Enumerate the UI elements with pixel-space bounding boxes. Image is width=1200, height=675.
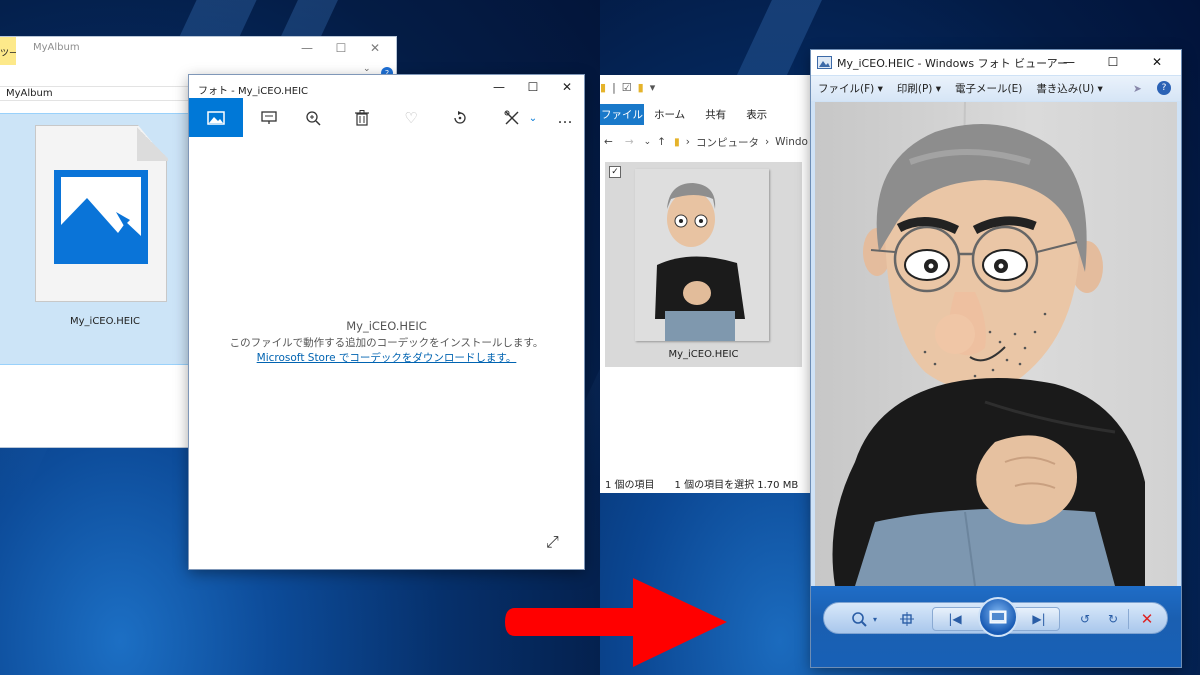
caption-buttons: — ☐ ✕ xyxy=(482,76,584,98)
tab-file[interactable]: ファイル xyxy=(600,104,644,125)
dropdown-icon[interactable]: ▾ xyxy=(650,81,656,94)
tool-tab[interactable]: ツール xyxy=(0,37,16,65)
maximize-icon[interactable]: ☐ xyxy=(324,37,358,59)
slideshow-button[interactable] xyxy=(978,597,1018,637)
checkbox-icon[interactable]: ☑ xyxy=(622,81,632,94)
up-arrow-icon[interactable]: ↑ xyxy=(657,136,666,148)
rotate-icon[interactable] xyxy=(450,108,470,128)
close-icon[interactable]: ✕ xyxy=(550,76,584,98)
minimize-icon[interactable]: — xyxy=(482,76,516,98)
photo-thumbnail[interactable] xyxy=(635,169,769,341)
menu-burn[interactable]: 書き込み(U) ▾ xyxy=(1029,81,1110,96)
doll-photo-thumbnail xyxy=(635,169,769,341)
next-icon[interactable]: ▶| xyxy=(1028,609,1050,629)
menu-bar: ファイル(F) ▾ 印刷(P) ▾ 電子メール(E) 書き込み(U) ▾ ➤ ? xyxy=(811,76,1181,101)
rotate-right-icon[interactable]: ↻ xyxy=(1102,609,1124,629)
delete-icon[interactable] xyxy=(352,108,372,128)
previous-icon[interactable]: |◀ xyxy=(944,609,966,629)
breadcrumb-computer[interactable]: コンピュータ xyxy=(696,135,759,150)
doll-photo xyxy=(815,102,1177,586)
actual-size-icon[interactable] xyxy=(896,609,918,629)
breadcrumb-separator: › xyxy=(685,136,690,148)
navigation-row: ← → ⌄ ↑ ▮ › コンピュータ › Windo xyxy=(600,132,820,152)
rotate-left-icon[interactable]: ↺ xyxy=(1074,609,1096,629)
minimize-icon[interactable]: — xyxy=(290,37,324,59)
tab-share[interactable]: 共有 xyxy=(695,104,736,125)
window-title: フォト - My_iCEO.HEIC xyxy=(198,86,309,97)
image-view-button[interactable] xyxy=(189,98,243,137)
chevron-down-icon[interactable]: ⌄ xyxy=(523,108,543,128)
divider xyxy=(1128,609,1129,629)
tab-home[interactable]: ホーム xyxy=(644,104,695,125)
menu-email-label: 電子メール(E) xyxy=(954,83,1023,95)
status-selected: 1 個の項目を選択 1.70 MB xyxy=(674,480,799,491)
control-pill: ▾ |◀ ▶| ↺ ↻ ✕ xyxy=(823,597,1168,637)
breadcrumb-separator: › xyxy=(764,136,770,148)
zoom-in-icon[interactable] xyxy=(303,108,323,128)
minimize-icon[interactable]: — xyxy=(1047,51,1091,73)
quick-access-toolbar: ▮ | ☑ ▮ ▾ xyxy=(600,81,655,94)
heart-icon[interactable]: ♡ xyxy=(401,108,421,128)
image-icon xyxy=(207,110,225,125)
status-count: 1 個の項目 xyxy=(605,480,655,491)
back-arrow-icon[interactable]: ← xyxy=(604,136,613,148)
menu-print[interactable]: 印刷(P) ▾ xyxy=(890,81,948,96)
window-title: My_iCEO.HEIC - Windows フォト ビューアー xyxy=(837,56,1069,70)
status-bar: 1 個の項目 1 個の項目を選択 1.70 MB xyxy=(605,476,798,491)
folder-icon: ▮ xyxy=(673,136,680,148)
menu-email[interactable]: 電子メール(E) xyxy=(948,81,1029,96)
folder-icon[interactable]: ▮ xyxy=(638,81,644,94)
divider-icon: | xyxy=(612,81,616,94)
menu-file-label: ファイル(F) xyxy=(818,83,875,95)
page-fold xyxy=(137,125,168,161)
maximize-icon[interactable]: ☐ xyxy=(1091,51,1135,73)
chevron-down-icon[interactable]: ⌄ xyxy=(644,137,652,147)
help-icon[interactable]: ? xyxy=(1157,81,1171,95)
ribbon-tabs: ファイル ホーム 共有 表示 xyxy=(600,104,820,125)
menu-file[interactable]: ファイル(F) ▾ xyxy=(811,81,890,96)
forward-arrow-icon[interactable]: → xyxy=(625,136,634,148)
selected-file-tile[interactable]: ✓ My_iCEO.HEIC xyxy=(605,162,802,367)
photo-viewer-icon xyxy=(817,56,832,69)
photo-display[interactable] xyxy=(815,102,1177,586)
close-icon[interactable]: ✕ xyxy=(1135,51,1179,73)
breadcrumb-windows[interactable]: Windo xyxy=(775,136,808,148)
photo-viewer-window[interactable]: My_iCEO.HEIC - Windows フォト ビューアー — ☐ ✕ フ… xyxy=(811,50,1181,667)
caption-buttons: — ☐ ✕ xyxy=(1047,51,1179,73)
chevron-down-icon[interactable]: ▾ xyxy=(864,609,886,629)
checkbox[interactable]: ✓ xyxy=(609,166,621,178)
close-icon[interactable]: ✕ xyxy=(358,37,392,59)
explorer-window[interactable]: ▮ | ☑ ▮ ▾ ファイル ホーム 共有 表示 ← → ⌄ ↑ ▮ › コンピ… xyxy=(600,75,820,493)
slideshow-icon xyxy=(989,610,1007,624)
expand-icon[interactable]: ⤢ xyxy=(546,532,559,552)
pin-icon[interactable]: ➤ xyxy=(1133,83,1142,95)
delete-icon[interactable]: ✕ xyxy=(1136,609,1158,629)
red-arrow xyxy=(505,578,727,667)
edit-icon[interactable] xyxy=(503,108,523,128)
more-icon[interactable]: … xyxy=(555,108,575,128)
image-file-icon xyxy=(54,170,148,264)
folder-icon: ▮ xyxy=(600,81,607,94)
photos-app-window[interactable]: フォト - My_iCEO.HEIC — ☐ ✕ ♡ ⌄ … My_iCEO.H… xyxy=(189,75,584,569)
file-name[interactable]: My_iCEO.HEIC xyxy=(605,349,802,360)
caption-buttons: — ☐ ✕ xyxy=(290,37,392,59)
slideshow-icon[interactable] xyxy=(259,108,279,128)
file-name-heading: My_iCEO.HEIC xyxy=(346,319,427,333)
menu-burn-label: 書き込み(U) xyxy=(1036,83,1095,95)
tab-view[interactable]: 表示 xyxy=(736,104,777,125)
menu-print-label: 印刷(P) xyxy=(896,83,933,95)
file-name[interactable]: My_iCEO.HEIC xyxy=(70,316,140,327)
maximize-icon[interactable]: ☐ xyxy=(516,76,550,98)
codec-message: このファイルで動作する追加のコーデックをインストールします。 xyxy=(229,337,544,349)
store-link[interactable]: Microsoft Store でコーデックをダウンロードします。 xyxy=(189,350,584,365)
window-title: MyAlbum xyxy=(33,42,80,53)
control-bar: ▾ |◀ ▶| ↺ ↻ ✕ xyxy=(811,586,1181,667)
chevron-down-icon[interactable]: ⌄ xyxy=(363,64,371,74)
